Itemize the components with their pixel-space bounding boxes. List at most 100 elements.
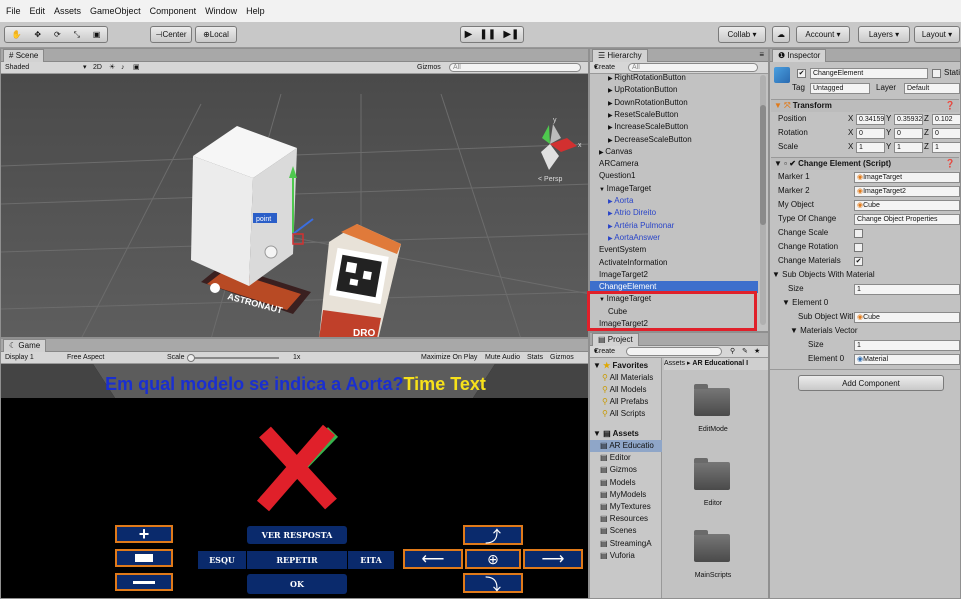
repetir-button[interactable]: REPETIR [247,551,347,569]
layers-button[interactable]: Layers ▾ [858,26,910,43]
label-icon[interactable]: ✎ [742,346,748,357]
filter-icon[interactable]: ⚲ [730,346,735,357]
increase-scale-button[interactable]: + [115,525,173,543]
perspective-label[interactable]: < Persp [538,176,562,183]
collab-button[interactable]: Collab ▾ [718,26,766,43]
tab-hierarchy[interactable]: ☰ Hierarchy [592,49,648,62]
favorite-item[interactable]: ⚲ All Models [602,384,647,396]
object-name-field[interactable]: ChangeElement [810,68,928,79]
menu-item-edit[interactable]: Edit [30,6,46,16]
hierarchy-item[interactable]: ▼ ImageTarget [590,183,758,195]
hierarchy-search-input[interactable]: All [628,63,758,72]
account-button[interactable]: Account ▾ [796,26,850,43]
tab-inspector[interactable]: ❶ Inspector [772,49,827,62]
folder-editor[interactable] [694,458,730,490]
cloud-icon[interactable]: ☁ [772,26,790,43]
asset-folder-item[interactable]: ▤ StreamingA [590,538,662,550]
hierarchy-item[interactable]: Question1 [590,170,758,182]
rect-tool-icon[interactable]: ▣ [93,30,101,39]
project-create-dropdown[interactable]: Create ▾ [594,346,615,357]
active-checkbox[interactable]: ✔ [797,69,806,78]
menu-item-help[interactable]: Help [246,6,265,16]
game-viewport[interactable]: Em qual modelo se indica a Aorta?Time Te… [1,364,588,598]
myobject-field[interactable]: ◉Cube [854,200,960,211]
static-checkbox[interactable] [932,69,941,78]
hierarchy-item[interactable]: ▶ DownRotationButton [590,97,758,109]
favorite-item[interactable]: ⚲ All Materials [602,372,653,384]
scale-slider[interactable] [189,357,279,359]
change-materials-checkbox[interactable]: ✔ [854,257,863,266]
panel-menu-icon[interactable]: ≡ [759,50,764,59]
hierarchy-item[interactable]: ▶ Canvas [590,146,758,158]
scale-slider-handle[interactable] [187,354,195,362]
scene-search-input[interactable]: All [449,63,581,72]
stats-toggle[interactable]: Stats [527,352,543,363]
type-of-change-dropdown[interactable]: Change Object Properties [854,214,960,225]
transform-x-field[interactable]: 0 [856,128,885,139]
asset-folder-item[interactable]: ▤ MyTextures [590,501,662,513]
effects-icon[interactable]: ▣ [133,62,140,73]
star-icon[interactable]: ★ [754,346,760,357]
left-rotation-button[interactable]: ⟵ [403,549,463,569]
transform-tools[interactable]: ✋ ✥ ⟳ ⤡ ▣ [4,26,108,43]
hand-tool-icon[interactable]: ✋ [11,30,21,39]
script-header[interactable]: ▼ ▫ ✔ Change Element (Script) ❓ [771,157,959,170]
shading-dropdown[interactable]: Shaded [5,62,29,73]
change-rotation-checkbox[interactable] [854,243,863,252]
pivot-center-button[interactable]: ⊣ Center [150,26,192,43]
transform-y-field[interactable]: 0 [894,128,923,139]
sub-objects-foldout[interactable]: ▼ Sub Objects With Material [772,269,875,281]
play-controls[interactable]: ▶ ❚❚ ▶❚ [460,26,524,43]
ok-button[interactable]: OK [247,574,347,594]
transform-y-field[interactable]: 0.35932 [894,114,923,125]
script-help-icon[interactable]: ❓ [945,158,955,170]
play-icon[interactable]: ▶ [465,29,473,40]
hierarchy-item[interactable]: ▶ Atrio Direito [590,207,758,219]
scale-tool-icon[interactable]: ⤡ [74,30,80,40]
menu-item-gameobject[interactable]: GameObject [90,6,141,16]
transform-y-field[interactable]: 1 [894,142,923,153]
menu-item-assets[interactable]: Assets [54,6,81,16]
hierarchy-item[interactable]: ▶ ResetScaleButton [590,109,758,121]
tab-game[interactable]: ☾ Game [3,339,47,352]
hierarchy-item[interactable]: ▶ RightRotationButton [590,72,758,84]
favorite-item[interactable]: ⚲ All Prefabs [602,396,648,408]
maximize-on-play-toggle[interactable]: Maximize On Play [421,352,477,363]
hierarchy-scrollbar[interactable] [760,75,766,325]
asset-folder-item[interactable]: ▤ MyModels [590,489,662,501]
transform-z-field[interactable]: 1 [932,142,960,153]
sub-objects-size-field[interactable]: 1 [854,284,960,295]
materials-vector-foldout[interactable]: ▼ Materials Vector [790,325,858,337]
step-icon[interactable]: ▶❚ [503,29,519,40]
game-gizmos-dropdown[interactable]: Gizmos [550,352,574,363]
sub-object-field[interactable]: ◉Cube [854,312,960,323]
hierarchy-item[interactable]: ▶ IncreaseScaleButton [590,121,758,133]
assets-header[interactable]: ▼ ▤ Assets [593,428,639,440]
tag-dropdown[interactable]: Untagged [810,83,870,94]
hierarchy-item[interactable]: EventSystem [590,244,758,256]
move-tool-icon[interactable]: ✥ [34,30,41,39]
asset-folder-item[interactable]: ▤ Editor [590,452,662,464]
hierarchy-item[interactable]: ▶ Artéria Pulmonar [590,220,758,232]
transform-x-field[interactable]: 0.34159 [856,114,885,125]
mode-2d-button[interactable]: 2D [93,62,102,73]
asset-folder-item[interactable]: ▤ Models [590,477,662,489]
display-dropdown[interactable]: Display 1 [5,352,34,363]
scrollbar-thumb[interactable] [760,105,766,225]
tab-scene[interactable]: # Scene [3,49,45,62]
asset-folder-item[interactable]: ▤ AR Educatio [590,440,662,452]
help-icon[interactable]: ❓ [945,100,955,112]
ver-resposta-button[interactable]: VER RESPOSTA [247,526,347,544]
hierarchy-item[interactable]: ▶ AortaAnswer [590,232,758,244]
hierarchy-item[interactable]: ImageTarget2 [590,269,758,281]
reset-rotation-button[interactable]: ⊕ [465,549,521,569]
pivot-local-button[interactable]: ⊕ Local [195,26,237,43]
menu-item-window[interactable]: Window [205,6,237,16]
down-rotation-button[interactable]: ⤵ [463,573,523,594]
asset-folder-item[interactable]: ▤ Gizmos [590,464,662,476]
left-answer-button[interactable]: ESQU [198,551,246,569]
tab-project[interactable]: ▤ Project [592,333,639,346]
rotate-tool-icon[interactable]: ⟳ [54,30,61,39]
folder-mainscripts[interactable] [694,530,730,562]
decrease-scale-button[interactable] [115,573,173,591]
